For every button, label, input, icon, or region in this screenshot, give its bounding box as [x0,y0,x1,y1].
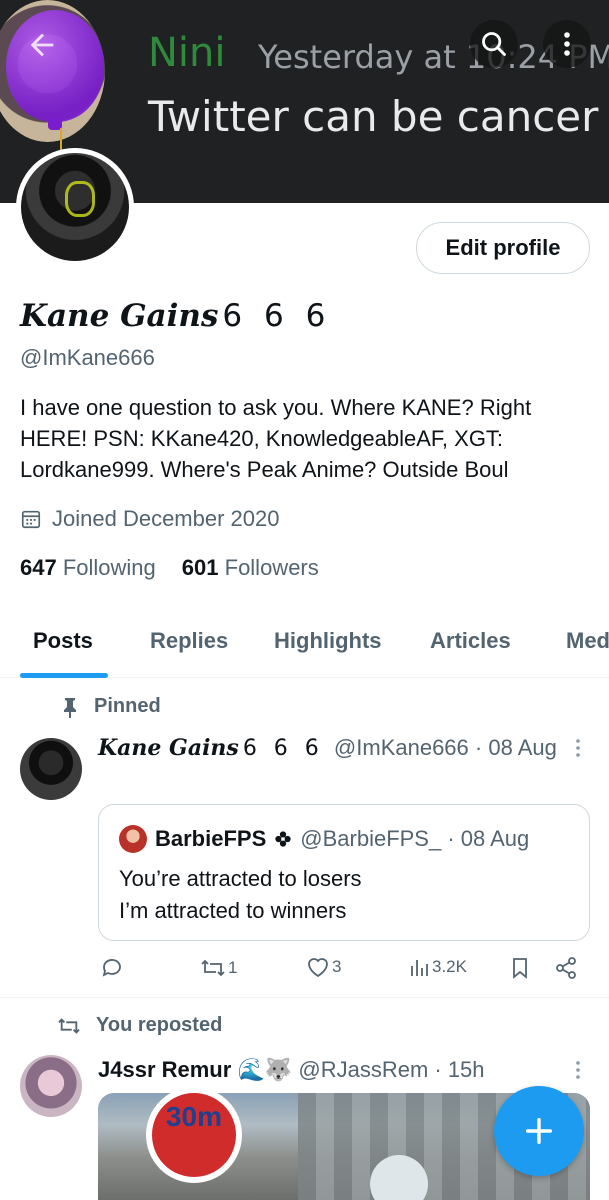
following-label: Following [62,555,156,580]
profile-tabs: Posts Replies Highlights Articles Media [0,612,609,678]
search-icon [482,32,506,56]
post-divider [0,997,609,998]
quote-text: You’re attracted to losers I’m attracted… [119,863,362,927]
more-vertical-icon [564,32,570,56]
repost-icon [58,1017,80,1034]
like-count: 3 [332,957,342,976]
media-sign-text: 30m [165,1101,223,1132]
flower-badge-icon [275,831,291,847]
compose-post-button[interactable] [494,1086,584,1176]
tab-highlights[interactable]: Highlights [274,628,382,654]
plus-icon [525,1117,553,1145]
profile-avatar[interactable] [16,148,134,266]
quote-header: BarbieFPS @BarbieFPS_ · 08 Aug [119,825,529,853]
back-arrow-icon[interactable] [22,28,62,68]
post-more-button[interactable] [570,1060,586,1082]
post-author-suffix: 6 6 6 [242,736,324,761]
post-more-button[interactable] [570,738,586,760]
heart-icon [308,958,328,978]
post-actions: 1 3 3.2K [100,956,585,986]
post-author-emoji: 🌊🐺 [237,1057,293,1082]
reply-button[interactable] [100,956,124,980]
profile-display-name: Kane Gains 6 6 6 [20,298,331,334]
post-author-name[interactable]: Kane Gains [98,735,239,761]
follow-stats: 647 Following 601 Followers [20,555,319,581]
pinned-indicator: Pinned [60,695,161,718]
media-speed-sign: 30m [146,1093,242,1183]
like-button[interactable]: 3 [306,956,341,978]
share-icon [556,957,576,979]
post-author-name[interactable]: J4ssr Remur [98,1057,231,1082]
repost-count: 1 [228,958,238,977]
view-count: 3.2K [432,957,467,976]
search-button[interactable] [470,20,518,68]
joined-text: Joined December 2020 [52,506,280,531]
more-options-button[interactable] [543,20,591,68]
quote-handle-time: @BarbieFPS_ · 08 Aug [300,826,530,851]
bookmark-button[interactable] [510,956,530,980]
post-handle-time: @RJassRem · 15h [298,1057,485,1082]
quote-line-2: I’m attracted to winners [119,898,347,923]
banner-chat-name: Nini [148,30,226,76]
repost-indicator: You reposted [56,1014,222,1037]
post-handle-time: @ImKane666 · 08 Aug [333,735,557,760]
calendar-icon [21,510,41,529]
repost-label: You reposted [96,1014,223,1036]
post-header: J4ssr Remur 🌊🐺 @RJassRem · 15h [98,1057,485,1083]
active-tab-indicator [20,673,108,678]
following-count: 647 [20,555,57,580]
edit-profile-button[interactable]: Edit profile [416,222,590,274]
joined-date: Joined December 2020 [20,506,279,532]
more-vertical-icon [576,739,580,757]
post-avatar[interactable] [20,1055,82,1117]
profile-handle: @ImKane666 [20,345,155,370]
views-icon [411,960,428,976]
followers-label: Followers [224,555,319,580]
pinned-label: Pinned [94,695,161,717]
reply-icon [102,959,121,977]
followers-link[interactable]: 601 Followers [182,555,319,581]
display-name-text: Kane Gains [20,298,219,334]
following-link[interactable]: 647 Following [20,555,156,581]
followers-count: 601 [181,555,219,580]
tab-posts[interactable]: Posts [33,628,93,654]
quoted-post[interactable]: BarbieFPS @BarbieFPS_ · 08 Aug You’re at… [98,804,590,941]
quote-avatar [119,825,147,853]
repost-button[interactable]: 1 [200,956,237,980]
tab-media[interactable]: Media [566,628,609,654]
quote-author-name: BarbieFPS [155,826,267,851]
banner-chat-text: Twitter can be cancer [148,92,599,141]
repost-icon [201,959,225,977]
quote-line-1: You’re attracted to losers [119,866,362,891]
views-button[interactable]: 3.2K [408,956,467,978]
post-header: Kane Gains 6 6 6 @ImKane666 · 08 Aug [98,735,557,761]
post-avatar[interactable] [20,738,82,800]
display-name-suffix: 6 6 6 [222,298,332,334]
bookmark-icon [513,958,527,979]
profile-bio: I have one question to ask you. Where KA… [20,395,532,482]
more-vertical-icon [576,1061,580,1079]
pin-icon [64,697,76,718]
share-button[interactable] [554,956,578,980]
tab-articles[interactable]: Articles [430,628,511,654]
tab-replies[interactable]: Replies [150,628,228,654]
